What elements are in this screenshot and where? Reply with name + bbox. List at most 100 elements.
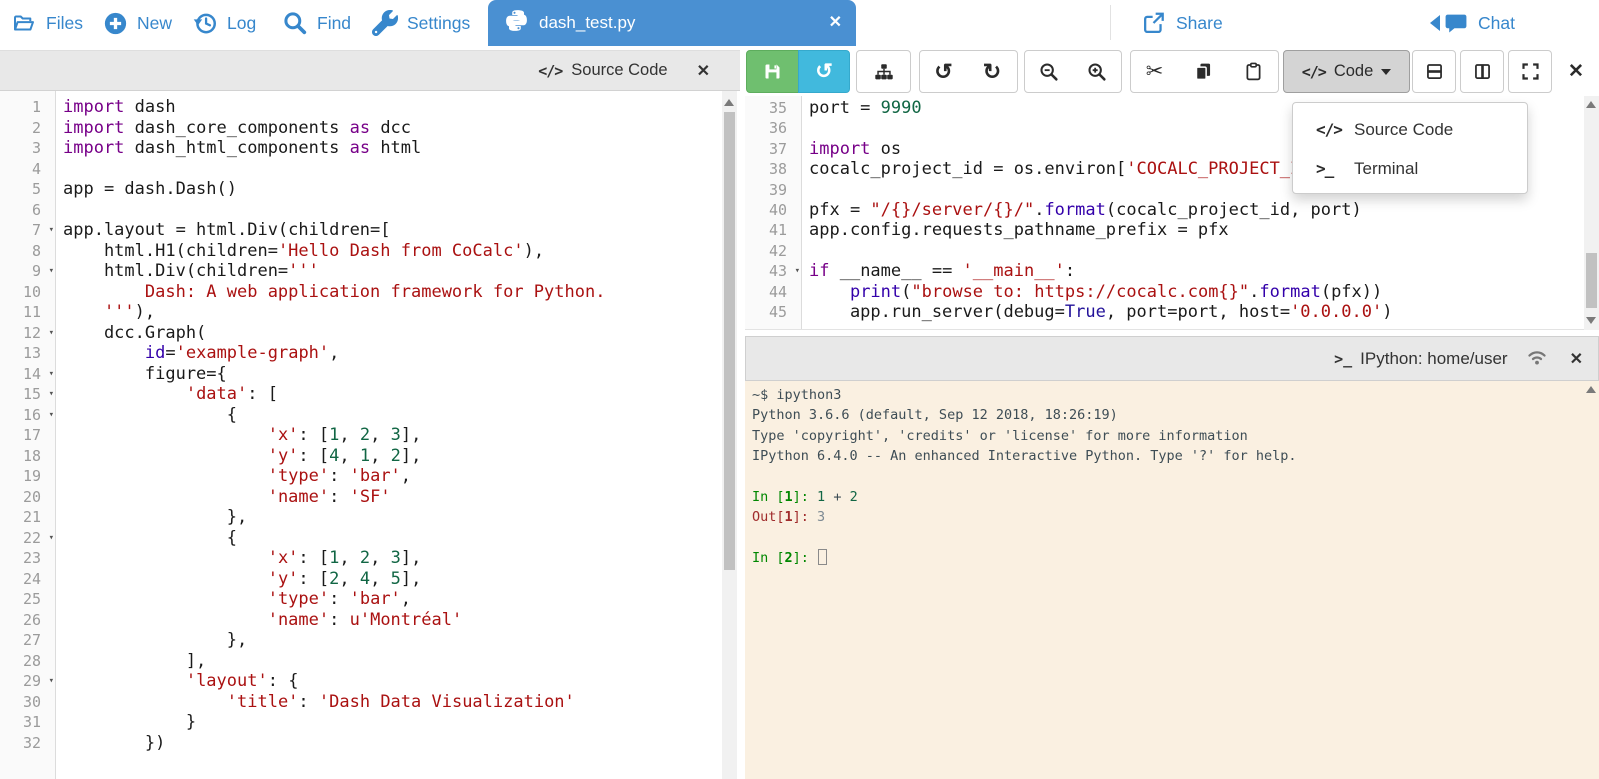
- code-line[interactable]: Dash: A web application framework for Py…: [63, 282, 722, 303]
- code-line[interactable]: 'title': 'Dash Data Visualization': [63, 692, 722, 713]
- fold-icon[interactable]: ▾: [49, 528, 54, 549]
- code-line[interactable]: import dash_core_components as dcc: [63, 118, 722, 139]
- code-line[interactable]: pfx = "/{}/server/{}/".format(cocalc_pro…: [809, 200, 1584, 220]
- code-line[interactable]: id='example-graph',: [63, 343, 722, 364]
- code-line[interactable]: figure={: [63, 364, 722, 385]
- nav-files[interactable]: Files: [10, 0, 83, 46]
- right-editor-scrollbar[interactable]: [1584, 96, 1599, 330]
- code-line[interactable]: app.layout = html.Div(children=[: [63, 220, 722, 241]
- code-line[interactable]: 'data': [: [63, 384, 722, 405]
- terminal-scroll-up-icon[interactable]: [1586, 386, 1596, 393]
- code-line[interactable]: }: [63, 712, 722, 733]
- code-line[interactable]: import dash: [63, 97, 722, 118]
- code-token: Dash: A web application framework for Py…: [63, 281, 606, 302]
- code-line[interactable]: print("browse to: https://cocalc.com{}".…: [809, 282, 1584, 302]
- code-line[interactable]: ],: [63, 651, 722, 672]
- code-line[interactable]: html.Div(children=''': [63, 261, 722, 282]
- code-line[interactable]: [63, 159, 722, 180]
- code-line[interactable]: import dash_html_components as html: [63, 138, 722, 159]
- share-button[interactable]: Share: [1140, 0, 1223, 46]
- zoom-in-button[interactable]: [1072, 50, 1122, 93]
- code-line[interactable]: 'type': 'bar',: [63, 466, 722, 487]
- code-line[interactable]: app = dash.Dash(): [63, 179, 722, 200]
- fullscreen-button[interactable]: [1508, 50, 1552, 93]
- scroll-up-icon[interactable]: [724, 99, 734, 106]
- cut-button[interactable]: ✂: [1130, 50, 1179, 93]
- nav-find[interactable]: Find: [282, 0, 351, 46]
- code-token: cocalc_project_id = os.environ[: [809, 159, 1127, 180]
- code-token: 5: [390, 568, 401, 589]
- code-line[interactable]: [809, 241, 1584, 261]
- fold-icon[interactable]: ▾: [49, 384, 54, 405]
- fold-icon[interactable]: ▾: [49, 364, 54, 385]
- file-tab-dash-test-py[interactable]: dash_test.py ✕: [488, 0, 856, 46]
- code-line[interactable]: '''),: [63, 302, 722, 323]
- terminal-pane[interactable]: ~$ ipython3 Python 3.6.6 (default, Sep 12…: [745, 381, 1599, 779]
- code-line[interactable]: {: [63, 405, 722, 426]
- paste-icon: [1243, 61, 1264, 82]
- code-line[interactable]: 'type': 'bar',: [63, 589, 722, 610]
- nav-settings[interactable]: Settings: [372, 0, 470, 46]
- terminal-text: Out[: [752, 509, 785, 526]
- code-line[interactable]: },: [63, 507, 722, 528]
- undo-button[interactable]: ↺: [919, 50, 968, 93]
- frame-split-tree-button[interactable]: [856, 50, 911, 93]
- code-token: dcc.Graph(: [63, 322, 207, 343]
- code-token: ],: [400, 548, 422, 568]
- left-panel-close-icon[interactable]: ✕: [697, 61, 710, 81]
- nav-new[interactable]: New: [103, 0, 172, 46]
- fold-icon[interactable]: ▾: [49, 405, 54, 426]
- code-line[interactable]: 'name': u'Montréal': [63, 610, 722, 631]
- close-frame-button[interactable]: ✕: [1556, 50, 1596, 93]
- left-code-editor[interactable]: 1 2 3 4 5 6 7 ▾ 8 9 ▾ 10 11 12 ▾ 13 14 ▾ 15 ▾ 16 ▾ 17 18 19 20 21 2…: [0, 91, 722, 779]
- left-editor-scrollbar[interactable]: [722, 91, 737, 779]
- line-number: 39: [768, 180, 787, 199]
- fold-icon[interactable]: ▾: [795, 261, 800, 281]
- chat-button[interactable]: Chat: [1430, 0, 1515, 46]
- split-horizontal-button[interactable]: [1412, 50, 1456, 93]
- code-line[interactable]: app.run_server(debug=True, port=port, ho…: [809, 302, 1584, 322]
- code-line[interactable]: {: [63, 528, 722, 549]
- code-token: ,: [400, 466, 412, 486]
- timetravel-button[interactable]: ↺: [798, 50, 850, 93]
- fold-icon[interactable]: ▾: [49, 261, 54, 282]
- code-line[interactable]: html.H1(children='Hello Dash from CoCalc…: [63, 241, 722, 262]
- code-line[interactable]: if __name__ == '__main__':: [809, 261, 1584, 281]
- scroll-down-icon[interactable]: [1586, 317, 1596, 324]
- left-scrollbar-thumb[interactable]: [724, 112, 735, 570]
- nav-new-label: New: [137, 12, 173, 33]
- code-line[interactable]: }): [63, 733, 722, 754]
- zoom-out-button[interactable]: [1024, 50, 1073, 93]
- fold-icon[interactable]: ▾: [49, 220, 54, 241]
- menu-item-source-code[interactable]: </> Source Code: [1293, 110, 1527, 149]
- code-line[interactable]: dcc.Graph(: [63, 323, 722, 344]
- cut-icon: ✂: [1145, 60, 1164, 83]
- terminal-close-icon[interactable]: ✕: [1570, 349, 1583, 369]
- code-token: 'title': [226, 691, 299, 712]
- left-editor-code-pane[interactable]: import dash import dash_core_components a…: [56, 91, 722, 779]
- menu-item-terminal[interactable]: >_ Terminal: [1293, 149, 1527, 188]
- line-number: 3: [31, 139, 41, 157]
- copy-button[interactable]: [1178, 50, 1229, 93]
- paste-button[interactable]: [1228, 50, 1279, 93]
- redo-button[interactable]: ↻: [967, 50, 1018, 93]
- fold-icon[interactable]: ▾: [49, 323, 54, 344]
- code-line[interactable]: 'y': [2, 4, 5],: [63, 569, 722, 590]
- fold-icon[interactable]: ▾: [49, 671, 54, 692]
- save-button[interactable]: [746, 50, 799, 93]
- code-line[interactable]: 'x': [1, 2, 3],: [63, 425, 722, 446]
- code-line[interactable]: 'name': 'SF': [63, 487, 722, 508]
- code-line[interactable]: },: [63, 630, 722, 651]
- right-scrollbar-thumb[interactable]: [1586, 253, 1597, 308]
- frame-type-dropdown-button[interactable]: </> Code: [1283, 50, 1410, 93]
- split-vertical-button[interactable]: [1460, 50, 1504, 93]
- nav-log[interactable]: Log: [192, 0, 256, 46]
- code-line[interactable]: 'layout': {: [63, 671, 722, 692]
- code-line[interactable]: app.config.requests_pathname_prefix = pf…: [809, 220, 1584, 240]
- tab-close-icon[interactable]: ✕: [829, 12, 842, 32]
- code-line[interactable]: 'x': [1, 2, 3],: [63, 548, 722, 569]
- code-line[interactable]: [63, 200, 722, 221]
- history-icon: [192, 10, 218, 36]
- scroll-up-icon[interactable]: [1586, 101, 1596, 108]
- code-line[interactable]: 'y': [4, 1, 2],: [63, 446, 722, 467]
